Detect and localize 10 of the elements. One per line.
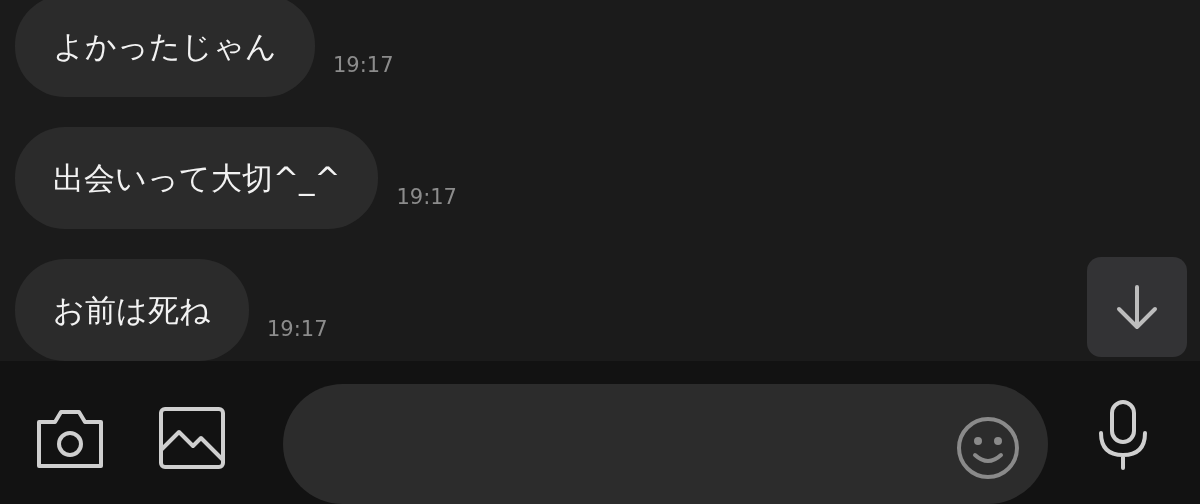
message-bubble: よかったじゃん — [15, 0, 315, 97]
scroll-down-button[interactable] — [1087, 257, 1187, 357]
message-bubble: お前は死ね — [15, 259, 249, 361]
message-bubble: 出会いって大切^_^ — [15, 127, 379, 229]
smiley-icon[interactable] — [956, 416, 1020, 480]
message-time: 19:17 — [333, 51, 394, 79]
image-icon[interactable] — [158, 406, 226, 470]
message-time: 19:17 — [267, 315, 328, 343]
message-time: 19:17 — [396, 183, 457, 211]
arrow-down-icon — [1115, 283, 1159, 331]
